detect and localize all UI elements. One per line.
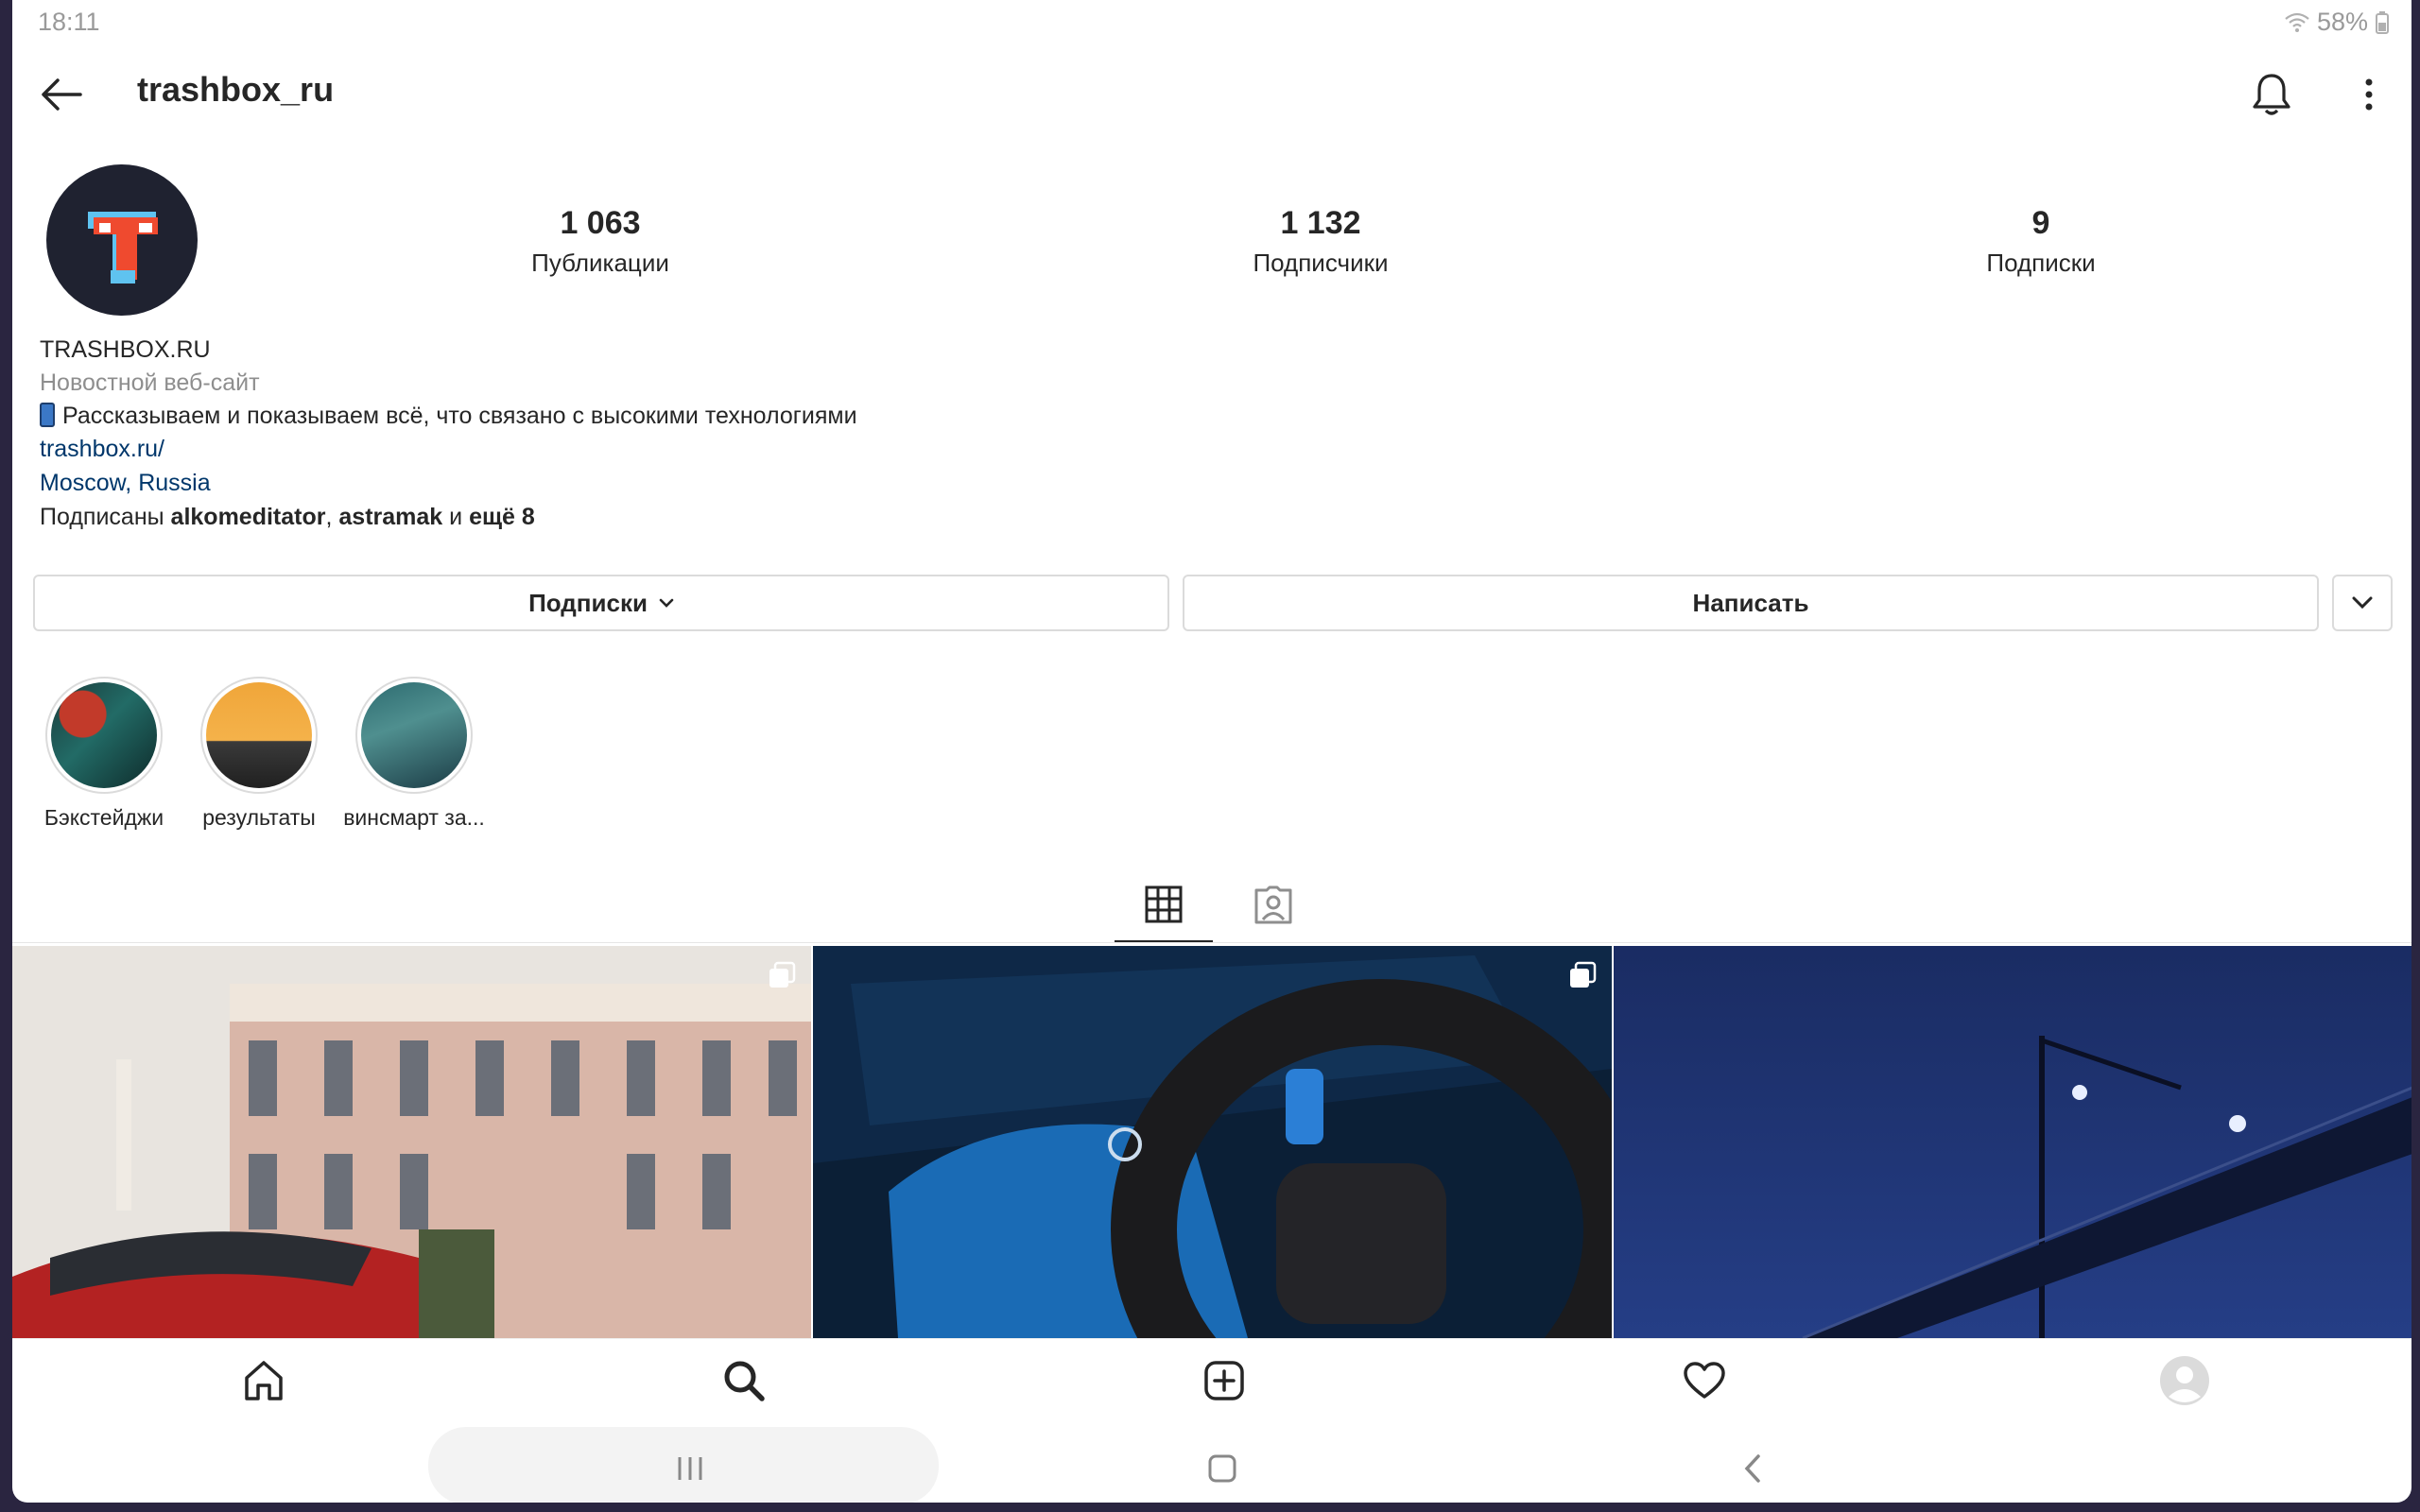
highlight-item[interactable]: Бэкстейджи bbox=[24, 677, 184, 831]
grid-icon bbox=[1145, 885, 1183, 922]
recent-apps-icon bbox=[678, 1457, 702, 1480]
suggested-accounts-button[interactable] bbox=[2332, 575, 2393, 631]
wifi-icon bbox=[2285, 12, 2309, 32]
stat-following-value: 9 bbox=[2031, 205, 2050, 241]
followed-and: и bbox=[442, 504, 470, 530]
tagged-user-icon bbox=[1254, 885, 1292, 924]
mobile-phone-icon bbox=[40, 403, 55, 427]
following-button-label: Подписки bbox=[528, 588, 648, 617]
battery-icon bbox=[2376, 10, 2389, 34]
nav-home[interactable] bbox=[226, 1348, 302, 1414]
highlight-ring bbox=[355, 677, 473, 794]
chevron-down-icon bbox=[659, 598, 674, 608]
highlight-cover-image bbox=[206, 682, 312, 788]
highlight-ring bbox=[45, 677, 163, 794]
highlight-label: результаты bbox=[202, 805, 316, 830]
followed-user-1: alkomeditator bbox=[170, 504, 326, 530]
bio-website-link[interactable]: trashbox.ru/ bbox=[40, 432, 164, 466]
post-image bbox=[12, 946, 811, 1338]
search-icon bbox=[724, 1361, 765, 1401]
followed-separator: , bbox=[325, 504, 339, 530]
stat-posts-label: Публикации bbox=[531, 249, 669, 277]
chevron-left-icon bbox=[1744, 1454, 1760, 1483]
home-system-button[interactable] bbox=[1189, 1440, 1255, 1497]
stat-followers-value: 1 132 bbox=[1280, 205, 1361, 241]
highlight-cover-image bbox=[51, 682, 157, 788]
tab-posts-grid[interactable] bbox=[1115, 868, 1213, 943]
bell-icon bbox=[2253, 74, 2290, 115]
highlight-label: винсмарт за... bbox=[343, 805, 485, 830]
back-system-button[interactable] bbox=[1720, 1440, 1786, 1497]
stat-following[interactable]: 9 Подписки bbox=[1918, 200, 2164, 280]
bio-description-text: Рассказываем и показываем всё, что связа… bbox=[62, 403, 857, 429]
followed-prefix: Подписаны bbox=[40, 504, 171, 530]
more-options-button[interactable] bbox=[2343, 64, 2394, 125]
status-time: 18:11 bbox=[38, 8, 100, 36]
bio-display-name: TRASHBOX.RU bbox=[40, 336, 211, 363]
highlight-label: Бэкстейджи bbox=[43, 805, 164, 830]
more-vertical-icon bbox=[2365, 78, 2373, 111]
highlight-item[interactable]: результаты bbox=[179, 677, 339, 831]
highlight-cover-image bbox=[361, 682, 467, 788]
post-thumbnail[interactable] bbox=[1614, 946, 2411, 1338]
followed-by-text[interactable]: Подписаны alkomeditator, astramak и ещё … bbox=[40, 500, 535, 534]
chevron-down-icon bbox=[2352, 596, 2373, 610]
notifications-button[interactable] bbox=[2241, 64, 2302, 125]
nav-activity[interactable] bbox=[1667, 1348, 1742, 1414]
avatar-icon bbox=[2160, 1356, 2209, 1405]
back-button[interactable] bbox=[35, 68, 88, 121]
trashbox-logo-icon bbox=[88, 212, 158, 284]
multiple-images-icon bbox=[1570, 961, 1597, 988]
stat-followers[interactable]: 1 132 Подписчики bbox=[1198, 200, 1443, 280]
nav-profile[interactable] bbox=[2147, 1348, 2222, 1414]
post-image bbox=[1614, 946, 2411, 1338]
profile-avatar[interactable] bbox=[46, 164, 198, 316]
tab-tagged[interactable] bbox=[1224, 868, 1322, 943]
status-indicators: 58% bbox=[2285, 8, 2389, 37]
carousel-indicator bbox=[1568, 961, 1597, 994]
profile-username: trashbox_ru bbox=[137, 70, 335, 109]
following-button[interactable]: Подписки bbox=[33, 575, 1169, 631]
highlight-ring bbox=[200, 677, 318, 794]
bio-description: Рассказываем и показываем всё, что связа… bbox=[40, 399, 857, 433]
stat-followers-label: Подписчики bbox=[1253, 249, 1389, 277]
post-thumbnail[interactable] bbox=[12, 946, 811, 1338]
highlight-item[interactable]: винсмарт за... bbox=[334, 677, 494, 831]
stat-following-label: Подписки bbox=[1986, 249, 2096, 277]
post-image bbox=[813, 946, 1612, 1338]
add-post-icon bbox=[1204, 1361, 1244, 1400]
tabs-divider bbox=[12, 942, 2411, 943]
message-button[interactable]: Написать bbox=[1183, 575, 2319, 631]
followed-user-2: astramak bbox=[338, 504, 443, 530]
home-icon bbox=[245, 1361, 283, 1400]
multiple-images-icon bbox=[769, 961, 796, 988]
bio-category: Новостной веб-сайт bbox=[40, 369, 260, 396]
stat-posts[interactable]: 1 063 Публикации bbox=[477, 200, 723, 280]
heart-icon bbox=[1684, 1362, 1725, 1399]
recent-apps-button[interactable] bbox=[657, 1440, 723, 1497]
bio-location-link[interactable]: Moscow, Russia bbox=[40, 466, 211, 500]
square-home-icon bbox=[1208, 1454, 1236, 1483]
arrow-left-icon bbox=[42, 78, 82, 111]
post-thumbnail[interactable] bbox=[813, 946, 1612, 1338]
carousel-indicator bbox=[768, 961, 796, 994]
instagram-profile-screen: 18:11 58% trashbox_ru 1 063 Публикации 1… bbox=[12, 0, 2411, 1503]
nav-search[interactable] bbox=[706, 1348, 782, 1414]
stat-posts-value: 1 063 bbox=[560, 205, 641, 241]
battery-percent: 58% bbox=[2316, 8, 2368, 36]
followed-more: ещё 8 bbox=[469, 504, 535, 530]
nav-create[interactable] bbox=[1186, 1348, 1262, 1414]
